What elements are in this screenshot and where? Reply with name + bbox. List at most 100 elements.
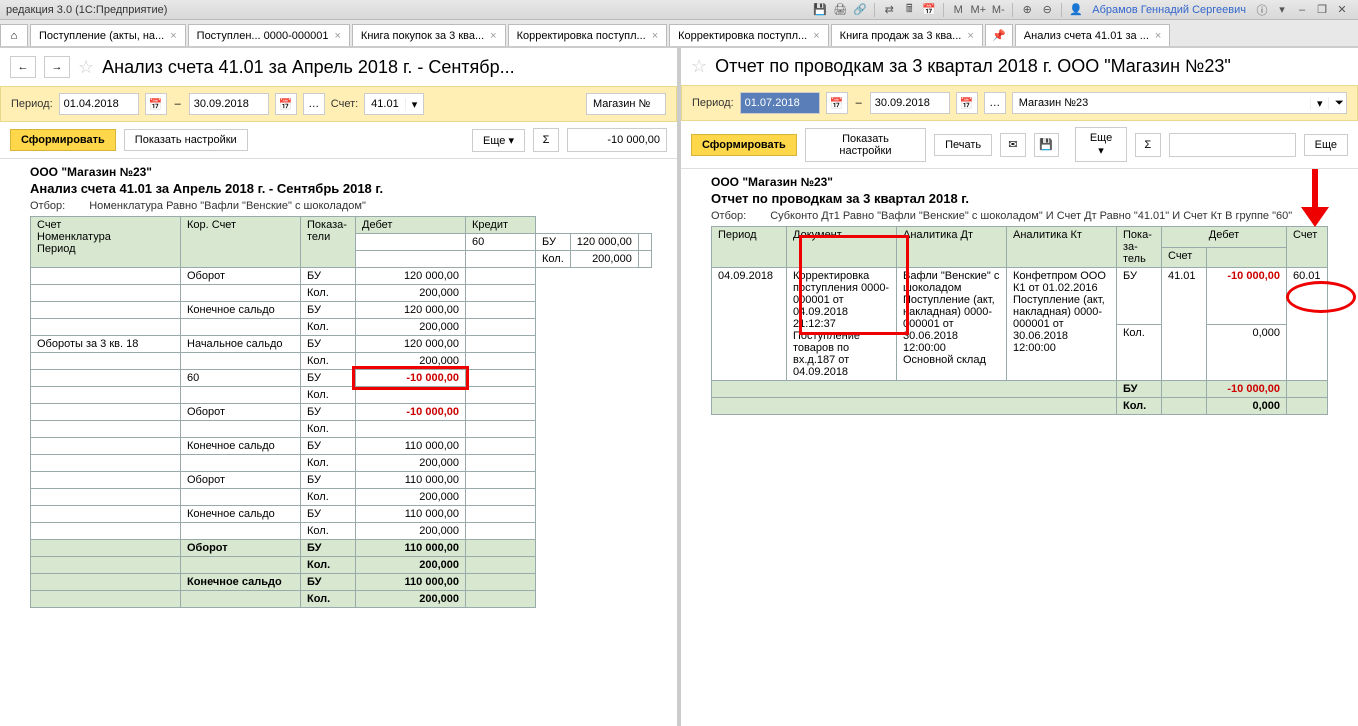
table-row[interactable]: ОборотБУ120 000,00 <box>31 268 652 285</box>
table-row[interactable]: Конечное сальдоБУ110 000,00 <box>31 438 652 455</box>
more-button[interactable]: Еще ▾ <box>472 129 525 152</box>
table-row[interactable]: Кол.200,000 <box>31 591 652 608</box>
close-icon[interactable]: × <box>1155 30 1161 42</box>
org-combo[interactable]: Магазин №23▾⏷ <box>1012 92 1347 114</box>
table-row[interactable]: 04.09.2018Корректировка поступления 0000… <box>712 268 1328 325</box>
tab-3[interactable]: Корректировка поступл...× <box>508 24 668 46</box>
table-row[interactable]: Кол.200,000 <box>31 489 652 506</box>
table-row[interactable]: 60БУ-10 000,00 <box>31 370 652 387</box>
tab-1[interactable]: Поступлен... 0000-000001× <box>188 24 350 46</box>
table-row[interactable]: Кол. <box>31 421 652 438</box>
info-icon[interactable]: ⓘ <box>1253 1 1271 19</box>
tab-4[interactable]: Корректировка поступл...× <box>669 24 829 46</box>
account-combo[interactable]: 41.01▾ <box>364 93 424 115</box>
save-icon[interactable]: 💾 <box>811 1 829 19</box>
table-row[interactable]: ОборотБУ110 000,00 <box>31 472 652 489</box>
table-row[interactable]: Кол.200,000 <box>31 319 652 336</box>
table-row[interactable]: ОборотБУ-10 000,00 <box>31 404 652 421</box>
tab-6[interactable]: Анализ счета 41.01 за ...× <box>1015 24 1171 46</box>
user-name[interactable]: Абрамов Геннадий Сергеевич <box>1092 4 1246 16</box>
show-settings-button[interactable]: Показать настройки <box>805 128 926 162</box>
close-icon[interactable]: × <box>170 30 176 42</box>
form-button[interactable]: Сформировать <box>691 134 797 156</box>
save-icon[interactable]: 💾 <box>1034 133 1059 157</box>
zoom-in-icon[interactable]: ⊕ <box>1018 1 1036 19</box>
sigma-icon[interactable]: Σ <box>1135 133 1160 157</box>
zoom-out-icon[interactable]: ⊖ <box>1038 1 1056 19</box>
m-icon[interactable]: M <box>949 1 967 19</box>
minimize-icon[interactable]: – <box>1293 1 1311 19</box>
close-icon[interactable]: × <box>652 30 658 42</box>
calc-icon[interactable]: 🖩 <box>900 1 918 19</box>
org-name: ООО "Магазин №23" <box>711 175 1348 189</box>
table-row[interactable]: ОборотБУ110 000,00 <box>31 540 652 557</box>
more-button-2[interactable]: Еще <box>1304 134 1348 156</box>
period-from[interactable] <box>740 92 820 114</box>
table-row[interactable]: Кол.200,000 <box>31 557 652 574</box>
favorite-icon[interactable]: ☆ <box>78 57 94 78</box>
more-button[interactable]: Еще ▾ <box>1075 127 1127 162</box>
period-from[interactable] <box>59 93 139 115</box>
m-plus-icon[interactable]: M+ <box>969 1 987 19</box>
report-title: Отчет по проводкам за 3 квартал 2018 г. <box>711 191 1348 206</box>
show-settings-button[interactable]: Показать настройки <box>124 129 248 151</box>
dropdown-icon[interactable]: ▾ <box>1273 1 1291 19</box>
app-title: редакция 3.0 (1С:Предприятие) <box>6 4 167 16</box>
sigma-icon[interactable]: Σ <box>533 128 559 152</box>
table-row[interactable]: Конечное сальдоБУ110 000,00 <box>31 506 652 523</box>
restore-icon[interactable]: ❐ <box>1313 1 1331 19</box>
calendar-icon[interactable]: 📅 <box>920 1 938 19</box>
close-icon[interactable]: ✕ <box>1333 1 1351 19</box>
user-icon: 👤 <box>1067 1 1085 19</box>
print-icon[interactable]: 🖨 <box>831 1 849 19</box>
amount-value: -10 000,00 <box>567 128 667 152</box>
link-icon[interactable]: 🔗 <box>851 1 869 19</box>
report-table: СчетНоменклатураПериодКор. СчетПоказа- т… <box>30 216 652 608</box>
form-button[interactable]: Сформировать <box>10 129 116 151</box>
close-icon[interactable]: × <box>490 30 496 42</box>
favorite-icon[interactable]: ☆ <box>691 56 707 77</box>
pane-title: Анализ счета 41.01 за Апрель 2018 г. - С… <box>102 57 514 78</box>
calendar-icon[interactable]: 📅 <box>956 92 978 114</box>
forward-button[interactable]: → <box>44 56 70 78</box>
table-row[interactable]: Кол.200,000 <box>31 285 652 302</box>
org-combo[interactable]: Магазин № <box>586 93 666 115</box>
compare-icon[interactable]: ⇄ <box>880 1 898 19</box>
pane-title: Отчет по проводкам за 3 квартал 2018 г. … <box>715 56 1231 77</box>
amount-value <box>1169 133 1296 157</box>
table-row: Кол.0,000 <box>712 398 1328 415</box>
calendar-icon[interactable]: 📅 <box>826 92 848 114</box>
back-button[interactable]: ← <box>10 56 36 78</box>
table-row: БУ-10 000,00 <box>712 381 1328 398</box>
table-row[interactable]: Кол.200,000 <box>31 523 652 540</box>
close-icon[interactable]: × <box>813 30 819 42</box>
filter-value: Номенклатура Равно "Вафли "Венские" с шо… <box>89 200 366 212</box>
tab-2[interactable]: Книга покупок за 3 ква...× <box>352 24 506 46</box>
filter-label: Отбор: <box>30 200 65 212</box>
close-icon[interactable]: × <box>334 30 340 42</box>
tab-pin[interactable]: 📌 <box>985 24 1013 46</box>
report-title: Анализ счета 41.01 за Апрель 2018 г. - С… <box>30 181 667 196</box>
table-row[interactable]: Конечное сальдоБУ110 000,00 <box>31 574 652 591</box>
period-to[interactable] <box>189 93 269 115</box>
table-row[interactable]: Кол.200,000 <box>31 353 652 370</box>
tab-5[interactable]: Книга продаж за 3 ква...× <box>831 24 983 46</box>
table-row[interactable]: Кол. <box>31 387 652 404</box>
period-picker[interactable]: … <box>984 92 1006 114</box>
period-label: Период: <box>11 98 53 110</box>
tab-home[interactable]: ⌂ <box>0 24 28 46</box>
table-row[interactable]: Кол.200,000 <box>31 455 652 472</box>
mail-icon[interactable]: ✉ <box>1000 133 1025 157</box>
m-minus-icon[interactable]: M- <box>989 1 1007 19</box>
calendar-icon[interactable]: 📅 <box>145 93 167 115</box>
period-picker[interactable]: … <box>303 93 325 115</box>
tab-0[interactable]: Поступление (акты, на...× <box>30 24 186 46</box>
filter-value: Субконто Дт1 Равно "Вафли "Венские" с шо… <box>770 210 1292 222</box>
table-row[interactable]: Обороты за 3 кв. 18Начальное сальдоБУ120… <box>31 336 652 353</box>
table-row[interactable]: Конечное сальдоБУ120 000,00 <box>31 302 652 319</box>
close-icon[interactable]: × <box>967 30 973 42</box>
calendar-icon[interactable]: 📅 <box>275 93 297 115</box>
org-name: ООО "Магазин №23" <box>30 165 667 179</box>
print-button[interactable]: Печать <box>934 134 992 156</box>
period-to[interactable] <box>870 92 950 114</box>
